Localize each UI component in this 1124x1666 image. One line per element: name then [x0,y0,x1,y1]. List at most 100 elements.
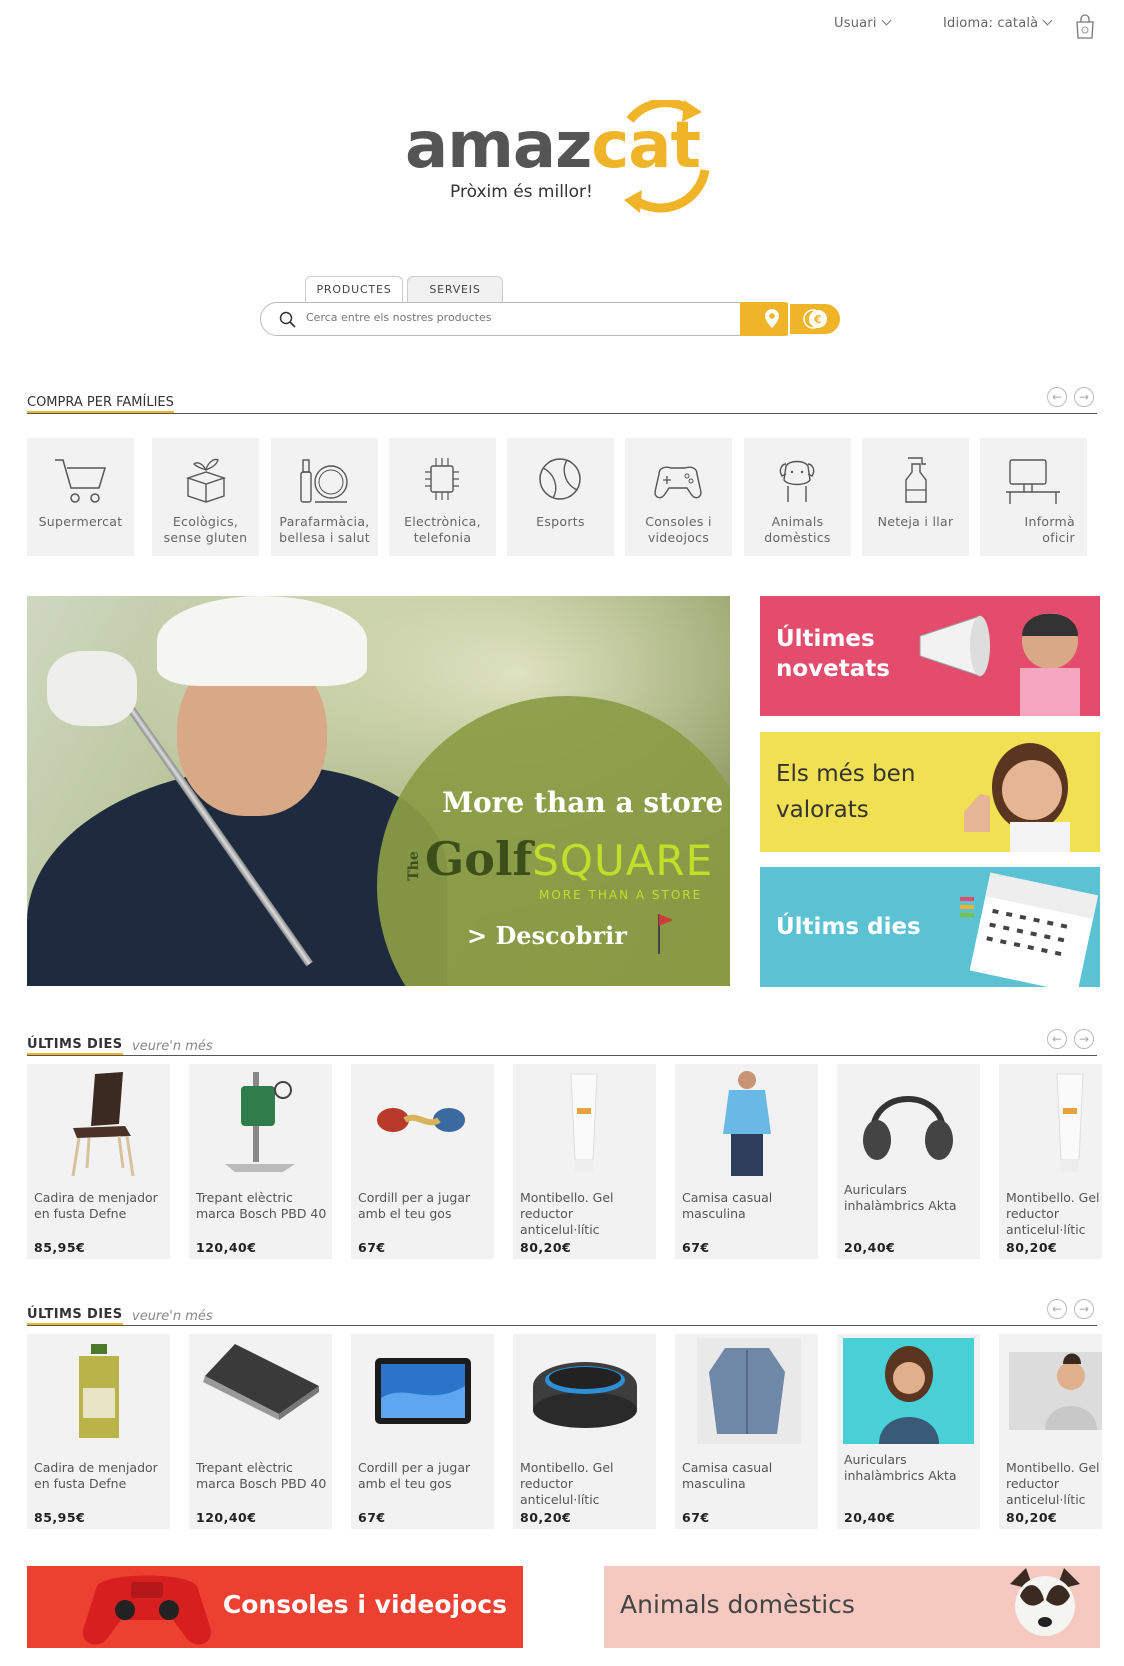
banner-ultims-dies[interactable]: Últims dies [760,867,1100,987]
hero-cta[interactable]: > Descobrir [467,921,627,950]
families-title: COMPRA PER FAMÍLIES [27,395,174,413]
product-name: Montibello. Gel reductor anticelul·lític [1006,1190,1100,1237]
eco-box-icon [185,458,227,503]
hero-banner[interactable]: More than a store The GolfSQUARE MORE TH… [27,596,730,986]
tab-productes[interactable]: PRODUCTES [305,276,403,303]
banner-consoles[interactable]: Consoles i videojocs [27,1566,523,1648]
product-card[interactable]: Auriculars inhalàmbrics Akta 20,40€ [837,1334,980,1529]
product-card[interactable]: Trepant elèctric marca Bosch PBD 40 120,… [189,1334,332,1529]
product-card[interactable]: Cadira de menjador en fusta Defne 85,95€ [27,1064,170,1259]
section2-prev-button[interactable]: ← [1047,1299,1067,1319]
shopping-bag-icon[interactable] [1073,14,1097,40]
product-card[interactable]: Montibello. Gel reductor anticelul·lític… [999,1334,1102,1529]
banner-animals[interactable]: Animals domèstics [604,1566,1100,1648]
product-price: 120,40€ [196,1510,257,1525]
product-card[interactable]: Camisa casual masculina 67€ [675,1334,818,1529]
section2-header: ÚLTIMS DIES veure'n més ← → [27,1299,1097,1326]
banner-label-2: valorats [776,797,869,823]
product-price: 80,20€ [1006,1510,1058,1525]
rope-toy-image [377,1108,465,1132]
tablet-image [375,1358,471,1424]
search-input[interactable] [306,311,736,324]
product-price: 80,20€ [1006,1240,1058,1255]
product-card[interactable]: Trepant elèctric marca Bosch PBD 40 120,… [189,1064,332,1259]
section1-next-button[interactable]: → [1074,1029,1094,1049]
section2-more-link[interactable]: veure'n més [132,1309,213,1325]
smart-speaker-image [533,1362,637,1428]
banner-label: Els més ben [776,761,916,787]
product-price: 20,40€ [844,1240,896,1255]
tab-serveis[interactable]: SERVEIS [407,276,503,303]
family-esports[interactable]: Esports [507,438,614,556]
family-ecologics[interactable]: Ecològics, sense gluten [152,438,259,556]
banner-consoles-label: Consoles i videojocs [222,1590,507,1619]
amazcat-logo[interactable]: amazcat Pròxim és millor! [405,100,725,220]
gamepad-icon [654,466,702,499]
arrow-left-icon: ← [1051,1302,1063,1316]
product-name: Cordill per a jugar amb el teu gos [358,1190,471,1221]
family-animals[interactable]: Animals domèstics [744,438,851,556]
logo-tagline: Pròxim és millor! [450,182,593,202]
cream-tube-image [1056,1073,1084,1172]
product-price: 85,95€ [34,1510,86,1525]
arrow-right-icon: → [1078,1302,1090,1316]
family-label: Supermercat [38,514,123,529]
hero-brand-tagline: MORE THAN A STORE [539,888,703,902]
banner-mes-ben-valorats[interactable]: Els més ben valorats [760,732,1100,852]
product-card[interactable]: Auriculars inhalàmbrics Akta 20,40€ [837,1064,980,1259]
woman-photo-image [843,1338,974,1444]
section2-title: ÚLTIMS DIES [27,1307,123,1325]
logo-arrows-icon [624,100,710,213]
family-consoles[interactable]: Consoles i videojocs [625,438,732,556]
svg-text:€: € [813,313,822,326]
user-menu[interactable]: Usuari [834,15,892,31]
product-name: Montibello. Gel reductor anticelul·lític [520,1460,614,1507]
product-name: Camisa casual masculina [682,1190,773,1221]
product-card[interactable]: Cordill per a jugar amb el teu gos 67€ [351,1064,494,1259]
section2-products: Cadira de menjador en fusta Defne 85,95€… [27,1334,1102,1529]
cream-tube-image [570,1073,598,1172]
family-parafarmacia[interactable]: Parafarmàcia, bellesa i salut [271,438,378,556]
euro-coins-icon: € [803,309,827,329]
product-card[interactable]: Montibello. Gel reductor anticelul·lític… [513,1334,656,1529]
chip-icon [425,458,459,500]
family-label-2: telefonia [413,530,472,545]
cardigan-image [697,1338,801,1444]
product-price: 80,20€ [520,1240,572,1255]
search-icon[interactable] [279,311,297,329]
banner-ultimes-novetats[interactable]: Últimes novetats [760,596,1100,716]
ball-icon [539,458,581,500]
family-label: Ecològics, [172,514,239,529]
arrow-left-icon: ← [1051,390,1063,404]
top-bar: Usuari Idioma: català [0,14,1124,40]
hero-brand: GolfSQUARE [425,832,713,886]
section1-prev-button[interactable]: ← [1047,1029,1067,1049]
product-name: Cordill per a jugar amb el teu gos [358,1460,471,1491]
product-card[interactable]: Cordill per a jugar amb el teu gos 67€ [351,1334,494,1529]
section2-next-button[interactable]: → [1074,1299,1094,1319]
golf-flag-icon [658,914,673,954]
product-price: 80,20€ [520,1510,572,1525]
family-label: Esports [536,514,585,529]
product-card[interactable]: Cadira de menjador en fusta Defne 85,95€ [27,1334,170,1529]
product-card[interactable]: Montibello. Gel reductor anticelul·lític… [513,1064,656,1259]
price-button[interactable]: € [788,302,842,336]
product-name: Auriculars inhalàmbrics Akta [844,1182,957,1213]
family-label: Animals [771,514,824,529]
product-card[interactable]: Montibello. Gel reductor anticelul·lític… [999,1064,1102,1259]
family-informatica[interactable]: Informà oficir [980,438,1087,556]
product-card[interactable]: Camisa casual masculina 67€ [675,1064,818,1259]
family-label-2: bellesa i salut [279,530,370,545]
calendar-image [960,872,1099,987]
families-prev-button[interactable]: ← [1047,387,1067,407]
product-price: 67€ [358,1510,386,1525]
banner-label: Últims dies [776,914,921,940]
family-neteja[interactable]: Neteja i llar [862,438,969,556]
family-supermercat[interactable]: Supermercat [27,438,134,556]
language-menu[interactable]: Idioma: català [943,15,1053,31]
product-name: Montibello. Gel reductor anticelul·lític [520,1190,614,1237]
product-name: Trepant elèctric marca Bosch PBD 40 [196,1190,327,1221]
section1-more-link[interactable]: veure'n més [132,1039,213,1055]
family-electronica[interactable]: Electrònica, telefonia [389,438,496,556]
families-next-button[interactable]: → [1074,387,1094,407]
